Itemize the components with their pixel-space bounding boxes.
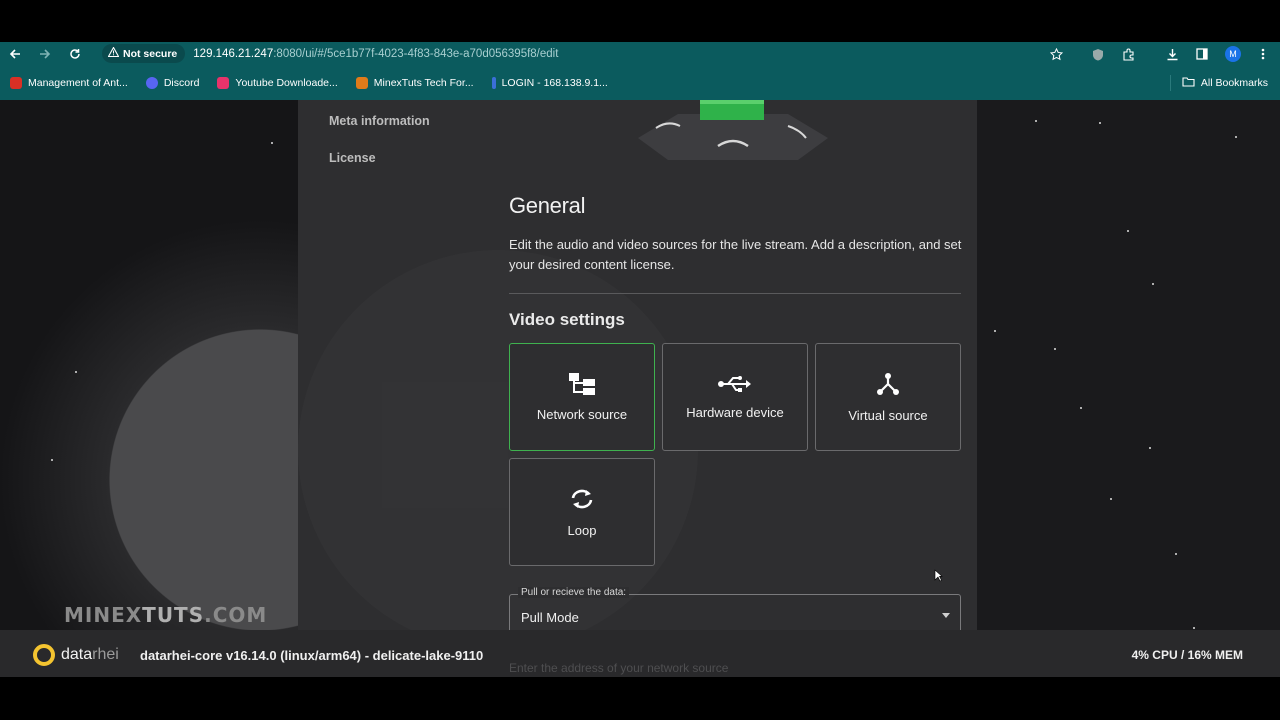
login-icon (491, 77, 496, 89)
bookmark-label: Youtube Downloade... (235, 77, 338, 89)
space-background (977, 100, 1280, 630)
menu-kebab-icon[interactable] (1252, 44, 1274, 64)
network-icon (569, 372, 595, 395)
security-indicator[interactable]: Not secure (102, 44, 186, 63)
hardware-device-card[interactable]: Hardware device (662, 343, 808, 451)
all-bookmarks-button[interactable]: All Bookmarks (1182, 76, 1268, 90)
chevron-down-icon (942, 613, 950, 618)
usb-icon (718, 375, 752, 393)
folder-icon (1182, 76, 1195, 90)
bookmark-item[interactable]: MinexTuts Tech For... (355, 77, 474, 89)
bookmarks-divider (1170, 75, 1171, 91)
download-icon[interactable] (1161, 44, 1183, 64)
address-bar[interactable]: Not secure 129.146.21.247:8080/ui/#/5ce1… (102, 43, 1078, 64)
bookmark-label: LOGIN - 168.138.9.1... (501, 77, 608, 89)
moon-background (0, 100, 300, 630)
bookmark-label: MinexTuts Tech For... (373, 77, 474, 89)
core-version: datarhei-core v16.14.0 (linux/arm64) - d… (140, 648, 484, 663)
bookmark-label: Management of Ant... (28, 77, 128, 89)
sidebar-item-meta-information[interactable]: Meta information (329, 114, 430, 128)
resource-usage: 4% CPU / 16% MEM (1131, 648, 1243, 662)
forum-icon (355, 77, 368, 89)
virtual-source-card[interactable]: Virtual source (815, 343, 961, 451)
star-icon[interactable] (1045, 44, 1067, 64)
warning-icon (107, 46, 120, 60)
download-icon (217, 77, 230, 89)
bookmark-label: Discord (163, 77, 200, 89)
back-arrow-icon[interactable] (0, 42, 30, 66)
settings-panel: Meta information License General Edit th… (298, 100, 977, 630)
url-host: 129.146.21.247 (193, 47, 274, 60)
pull-mode-value: Pull Mode (521, 610, 579, 625)
forward-arrow-icon[interactable] (30, 42, 60, 66)
hardware-device-label: Hardware device (686, 404, 784, 420)
url-path: :8080/ui/#/5ce1b77f-4023-4f83-843e-a70d0… (273, 47, 559, 60)
pull-mode-select[interactable]: Pull or recieve the data: Pull Mode (509, 587, 961, 630)
watermark-text: MINEXTUTS.COM (64, 603, 267, 627)
datarhei-ring-icon (33, 644, 55, 666)
side-panel-icon[interactable] (1191, 44, 1213, 64)
brand-data: data (61, 646, 93, 663)
browser-toolbar: Not secure 129.146.21.247:8080/ui/#/5ce1… (0, 42, 1280, 66)
status-footer: Enter the address of your network source… (0, 630, 1280, 677)
extension-shield-icon[interactable] (1087, 44, 1109, 64)
section-title: Video settings (509, 310, 625, 329)
mouse-cursor-icon (934, 569, 943, 587)
all-bookmarks-label: All Bookmarks (1200, 77, 1268, 89)
bookmark-item[interactable]: Management of Ant... (10, 77, 128, 89)
sidebar-item-license[interactable]: License (329, 151, 376, 165)
brand-rhei: rhei (92, 646, 119, 663)
url-text: 129.146.21.247:8080/ui/#/5ce1b77f-4023-4… (193, 48, 558, 60)
virtual-icon (876, 372, 900, 396)
security-label: Not secure (123, 47, 178, 60)
network-source-label: Network source (536, 406, 628, 422)
hero-illustration-icon (638, 100, 828, 170)
watermark-part: MINEX (64, 603, 143, 627)
datarhei-logo: datarhei (33, 644, 119, 666)
discord-icon (145, 77, 158, 89)
bookmark-item[interactable]: LOGIN - 168.138.9.1... (491, 77, 608, 89)
network-source-card[interactable]: Network source (509, 343, 655, 451)
extensions-puzzle-icon[interactable] (1117, 44, 1139, 64)
bookmark-item[interactable]: Youtube Downloade... (217, 77, 338, 89)
reload-icon[interactable] (60, 42, 90, 66)
pull-mode-label: Pull or recieve the data: (518, 587, 630, 598)
bookmark-item[interactable]: Discord (145, 77, 200, 89)
network-address-hint: Enter the address of your network source (509, 661, 729, 675)
app-page: Meta information License General Edit th… (0, 100, 1280, 630)
watermark-part: TUTS (142, 603, 205, 627)
watermark-part: .COM (204, 603, 268, 627)
loop-card[interactable]: Loop (509, 458, 655, 566)
avatar: M (1225, 46, 1241, 62)
loop-icon (569, 487, 595, 511)
section-divider (509, 293, 961, 294)
virtual-source-label: Virtual source (848, 407, 928, 423)
bookmarks-bar: Management of Ant... Discord Youtube Dow… (0, 66, 1280, 100)
bookmark-icon (10, 77, 22, 89)
page-title: General (509, 193, 586, 218)
loop-label: Loop (567, 522, 597, 538)
profile-avatar[interactable]: M (1222, 44, 1244, 64)
page-description: Edit the audio and video sources for the… (509, 237, 962, 272)
